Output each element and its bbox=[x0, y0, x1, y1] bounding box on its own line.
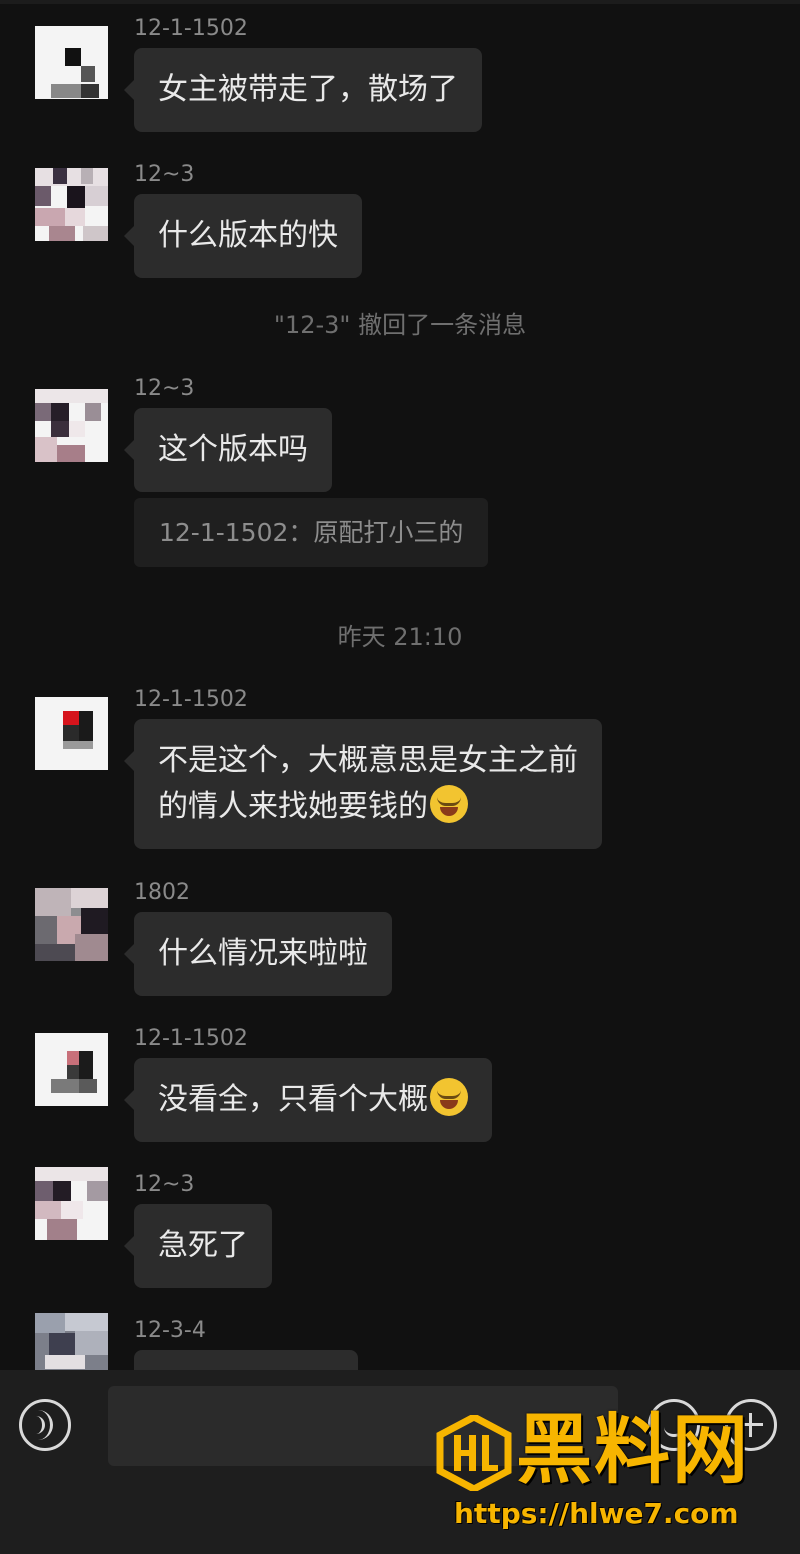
message-text: 什么版本的快 bbox=[158, 218, 338, 253]
avatar[interactable] bbox=[35, 1033, 108, 1106]
message-text: 女主被带走了，散场了 bbox=[158, 72, 458, 107]
timestamp: 昨天 21:10 bbox=[337, 623, 463, 651]
sender-name: 12-3-4 bbox=[134, 1318, 206, 1343]
avatar[interactable] bbox=[35, 168, 108, 241]
sender-name: 12~3 bbox=[134, 1172, 195, 1197]
message-text: 的情人来找她要钱的 bbox=[158, 784, 578, 830]
sender-name: 12-1-1502 bbox=[134, 16, 248, 41]
watermark-logo-icon bbox=[436, 1415, 512, 1491]
message-text: 什么情况来啦啦 bbox=[158, 936, 368, 971]
message-text-part: 没看全，只看个大概 bbox=[158, 1082, 428, 1117]
watermark-url: https://hlwe7.com bbox=[454, 1497, 739, 1530]
sender-name: 12-1-1502 bbox=[134, 1026, 248, 1051]
watermark-title: 黑料网 bbox=[516, 1405, 750, 1494]
quoted-message[interactable]: 12-1-1502：原配打小三的 bbox=[134, 498, 489, 567]
sender-name: 12-1-1502 bbox=[134, 687, 248, 712]
watermark: 黑料网 https://hlwe7.com bbox=[436, 1405, 776, 1533]
message-bubble[interactable]: 这个版本吗 bbox=[124, 408, 332, 492]
message-text: 不是这个，大概意思是女主之前 bbox=[158, 743, 578, 778]
message-bubble[interactable]: 不是这个，大概意思是女主之前 的情人来找她要钱的 bbox=[124, 719, 602, 849]
avatar[interactable] bbox=[35, 26, 108, 99]
chat-screen: 12-1-1502 女主被带走了，散场了 12~3 什么版本的快 "12-3" … bbox=[0, 0, 800, 1554]
sender-name: 12~3 bbox=[134, 162, 195, 187]
message-text: 这个版本吗 bbox=[158, 432, 308, 467]
message-bubble[interactable]: 急死了 bbox=[124, 1204, 272, 1288]
voice-icon[interactable] bbox=[19, 1399, 71, 1451]
recall-notice: "12-3" 撤回了一条消息 bbox=[273, 311, 527, 339]
face-with-tears-of-joy-icon bbox=[430, 785, 468, 823]
message-bubble[interactable]: 没看全，只看个大概 bbox=[124, 1058, 492, 1142]
message-text: 急死了 bbox=[158, 1228, 248, 1263]
avatar[interactable] bbox=[35, 1167, 108, 1240]
message-bubble[interactable]: 什么版本的快 bbox=[124, 194, 362, 278]
avatar[interactable] bbox=[35, 389, 108, 462]
message-text-part: 的情人来找她要钱的 bbox=[158, 789, 428, 824]
top-divider bbox=[0, 0, 800, 4]
avatar[interactable] bbox=[35, 697, 108, 770]
message-bubble[interactable]: 什么情况来啦啦 bbox=[124, 912, 392, 996]
message-bubble[interactable]: 女主被带走了，散场了 bbox=[124, 48, 482, 132]
message-text: 没看全，只看个大概 bbox=[158, 1077, 468, 1123]
avatar[interactable] bbox=[35, 888, 108, 961]
sender-name: 1802 bbox=[134, 880, 190, 905]
face-with-tears-of-joy-icon bbox=[430, 1078, 468, 1116]
sender-name: 12~3 bbox=[134, 376, 195, 401]
